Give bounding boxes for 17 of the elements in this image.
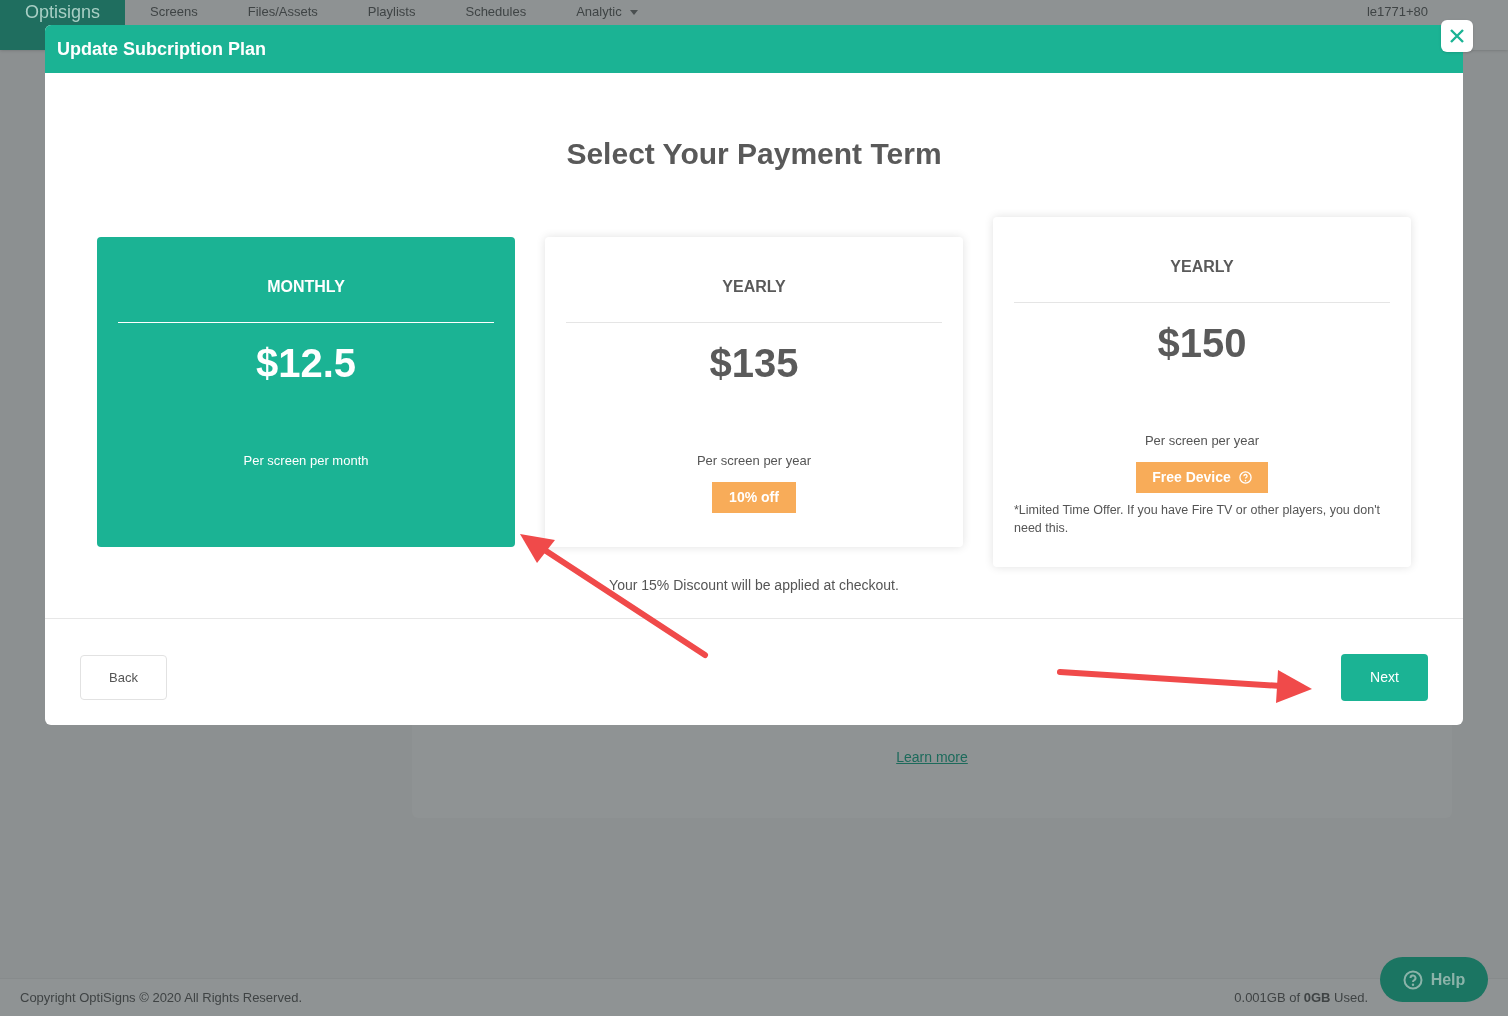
plan-note: Per screen per year — [696, 452, 812, 470]
plan-term: MONTHLY — [267, 277, 345, 297]
discount-note: Your 15% Discount will be applied at checkout. — [608, 576, 900, 595]
modal-title: Update Subcription Plan — [57, 37, 266, 61]
copyright-text: Copyright OptiSigns © 2020 All Rights Reserved. — [20, 988, 302, 1007]
plan-term: YEARLY — [1170, 257, 1234, 278]
discount-badge: Free Device — [1136, 461, 1268, 493]
plan-term: YEARLY — [722, 277, 786, 297]
section-heading: Select Your Payment Term — [565, 136, 943, 172]
plan-note: Per screen per month — [243, 452, 369, 470]
plan-price: $150 — [1157, 320, 1247, 368]
plan-price: $135 — [709, 340, 799, 387]
plan-note: Per screen per year — [1144, 432, 1260, 451]
discount-badge: 10% off — [712, 481, 796, 513]
plan-price: $12.5 — [255, 340, 357, 387]
offer-footnote: *Limited Time Offer. If you have Fire TV or other players, you don't need this. — [1014, 501, 1381, 537]
storage-text: 0.001GB of 0GB Used. — [1234, 988, 1368, 1007]
